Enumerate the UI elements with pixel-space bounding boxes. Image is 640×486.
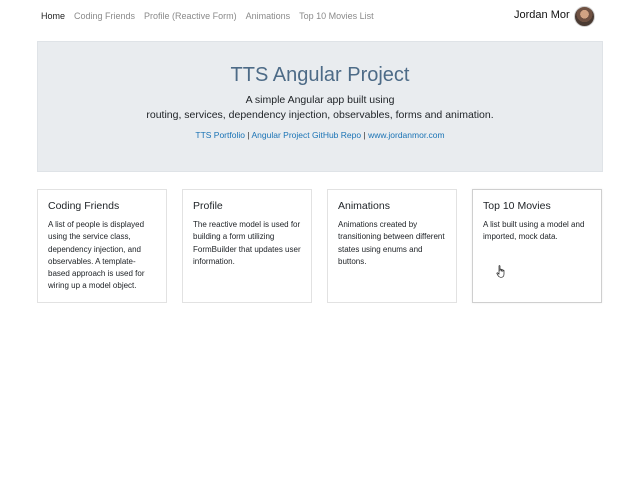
avatar[interactable] — [574, 6, 595, 27]
card-text: Animations created by transitioning betw… — [338, 220, 445, 266]
nav-link-top-10-movies[interactable]: Top 10 Movies List — [299, 11, 374, 22]
github-repo-link[interactable]: Angular Project GitHub Repo — [251, 130, 361, 140]
lead-line-1: A simple Angular app built using — [245, 94, 395, 106]
nav-link-animations[interactable]: Animations — [246, 11, 291, 22]
card-title: Profile — [193, 200, 223, 212]
link-separator: | — [247, 130, 250, 140]
jumbotron: TTS Angular Project A simple Angular app… — [37, 41, 603, 172]
website-link[interactable]: www.jordanmor.com — [368, 130, 445, 140]
lead-line-2: routing, services, dependency injection,… — [146, 109, 494, 121]
nav-link-profile[interactable]: Profile (Reactive Form) — [144, 11, 237, 22]
nav-links: Home Coding Friends Profile (Reactive Fo… — [41, 11, 383, 22]
user-name: Jordan Mor — [514, 9, 570, 21]
nav-link-home[interactable]: Home — [41, 11, 65, 22]
navbar: Home Coding Friends Profile (Reactive Fo… — [0, 0, 640, 32]
card-text: A list built using a model and imported,… — [483, 220, 585, 242]
tts-portfolio-link[interactable]: TTS Portfolio — [195, 130, 245, 140]
card-title: Top 10 Movies — [483, 200, 551, 212]
card-text: A list of people is displayed using the … — [48, 220, 145, 291]
card-text: The reactive model is used for building … — [193, 220, 301, 266]
nav-link-coding-friends[interactable]: Coding Friends — [74, 11, 135, 22]
page-title: TTS Angular Project — [230, 64, 410, 86]
card-title: Coding Friends — [48, 200, 120, 212]
card-top-10-movies[interactable]: Top 10 Movies A list built using a model… — [472, 189, 602, 303]
card-profile[interactable]: Profile The reactive model is used for b… — [182, 189, 312, 303]
card-coding-friends[interactable]: Coding Friends A list of people is displ… — [37, 189, 167, 303]
jumbotron-links: TTS Portfolio | Angular Project GitHub R… — [38, 130, 602, 141]
link-separator: | — [363, 130, 366, 140]
card-title: Animations — [338, 200, 390, 212]
hand-pointer-cursor-icon — [496, 265, 505, 278]
jumbotron-lead: A simple Angular app built using routing… — [38, 93, 602, 123]
card-animations[interactable]: Animations Animations created by transit… — [327, 189, 457, 303]
